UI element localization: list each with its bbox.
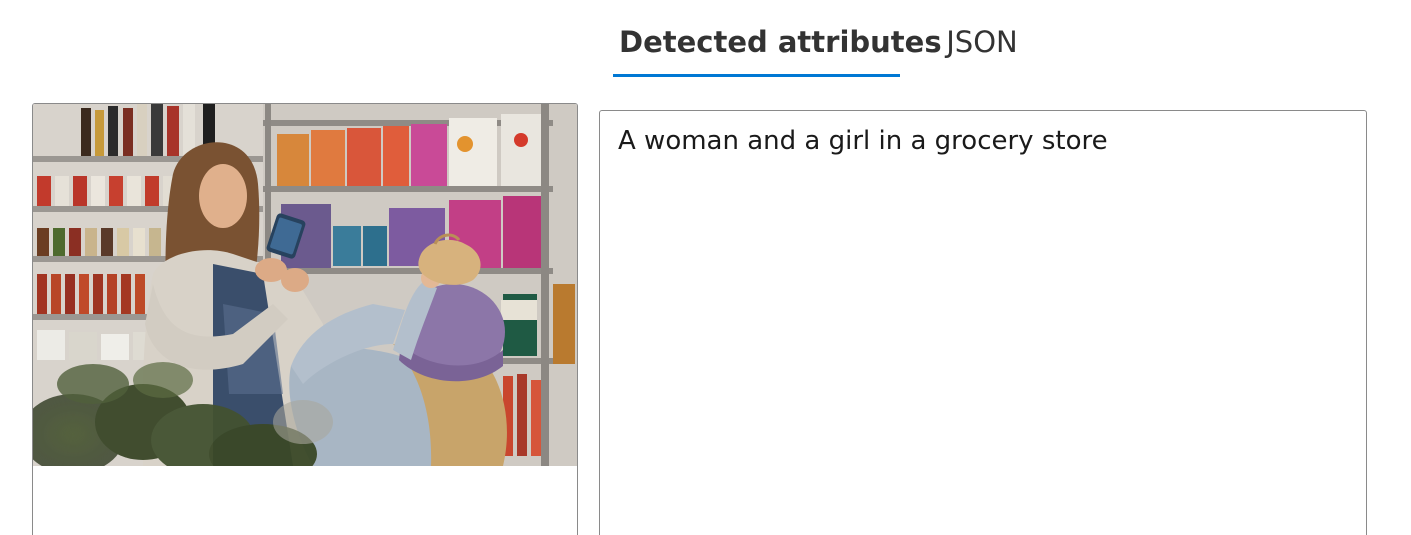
image-preview-card: [32, 103, 578, 535]
detected-attributes-output[interactable]: A woman and a girl in a grocery store: [599, 110, 1367, 535]
image-caption: A woman and a girl in a grocery store: [618, 126, 1108, 156]
grocery-store-photo: [33, 104, 577, 466]
tab-detected-attributes[interactable]: Detected attributes: [613, 20, 942, 64]
active-tab-indicator: [613, 74, 900, 77]
tab-json[interactable]: JSON: [937, 20, 1027, 64]
image-analysis-page: Detected attributes JSON A woman and a g…: [0, 0, 1411, 535]
